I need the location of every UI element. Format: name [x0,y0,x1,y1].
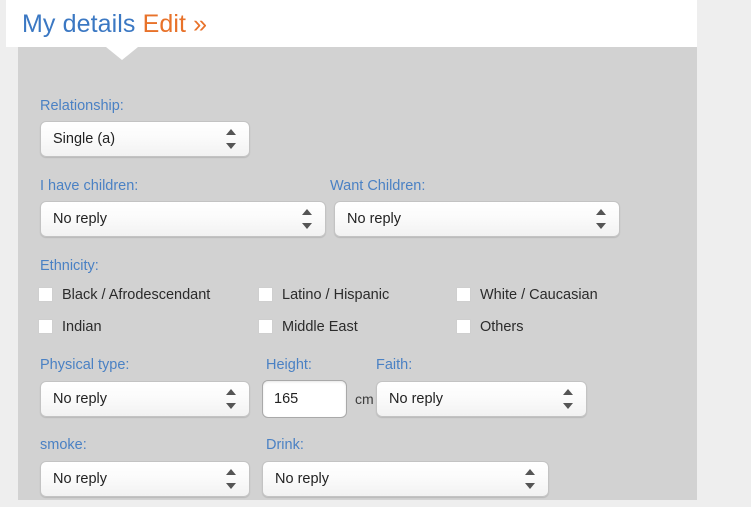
drink-select[interactable]: No reply [262,461,549,497]
relationship-label: Relationship: [40,97,124,115]
height-value: 165 [274,381,298,417]
drink-value: No reply [275,462,329,496]
relationship-value: Single (a) [53,122,115,156]
smoke-select[interactable]: No reply [40,461,250,497]
chevron-updown-icon [226,129,237,149]
page-title: My details Edit » [22,8,207,40]
faith-label: Faith: [376,356,412,374]
physical-type-value: No reply [53,382,107,416]
have-children-select[interactable]: No reply [40,201,326,237]
chevron-updown-icon [525,469,536,489]
checkbox-icon[interactable] [258,287,273,302]
chevron-updown-icon [226,389,237,409]
faith-value: No reply [389,382,443,416]
checkbox-label: Others [480,318,524,336]
details-panel: Relationship: Single (a) I have children… [18,47,697,500]
height-input[interactable]: 165 [262,380,347,418]
checkbox-label: White / Caucasian [480,286,598,304]
faith-select[interactable]: No reply [376,381,587,417]
chevron-updown-icon [302,209,313,229]
have-children-label: I have children: [40,177,138,195]
drink-label: Drink: [266,436,304,454]
want-children-value: No reply [347,202,401,236]
ethnicity-label: Ethnicity: [40,257,99,275]
chevron-updown-icon [596,209,607,229]
relationship-select[interactable]: Single (a) [40,121,250,157]
checkbox-icon[interactable] [456,287,471,302]
checkbox-icon[interactable] [456,319,471,334]
want-children-label: Want Children: [330,177,425,195]
checkbox-label: Black / Afrodescendant [62,286,210,304]
details-form: Relationship: Single (a) I have children… [18,47,697,500]
chevron-updown-icon [226,469,237,489]
edit-link[interactable]: Edit » [143,10,208,38]
checkbox-icon[interactable] [258,319,273,334]
checkbox-label: Middle East [282,318,358,336]
checkbox-icon[interactable] [38,287,53,302]
height-unit: cm [355,390,374,408]
height-label: Height: [266,356,312,374]
checkbox-label: Latino / Hispanic [282,286,389,304]
physical-type-select[interactable]: No reply [40,381,250,417]
physical-type-label: Physical type: [40,356,129,374]
checkbox-label: Indian [62,318,102,336]
have-children-value: No reply [53,202,107,236]
page-title-text: My details [22,10,136,38]
smoke-label: smoke: [40,436,87,454]
want-children-select[interactable]: No reply [334,201,620,237]
checkbox-icon[interactable] [38,319,53,334]
smoke-value: No reply [53,462,107,496]
header-card: My details Edit » [6,0,697,47]
chevron-updown-icon [563,389,574,409]
